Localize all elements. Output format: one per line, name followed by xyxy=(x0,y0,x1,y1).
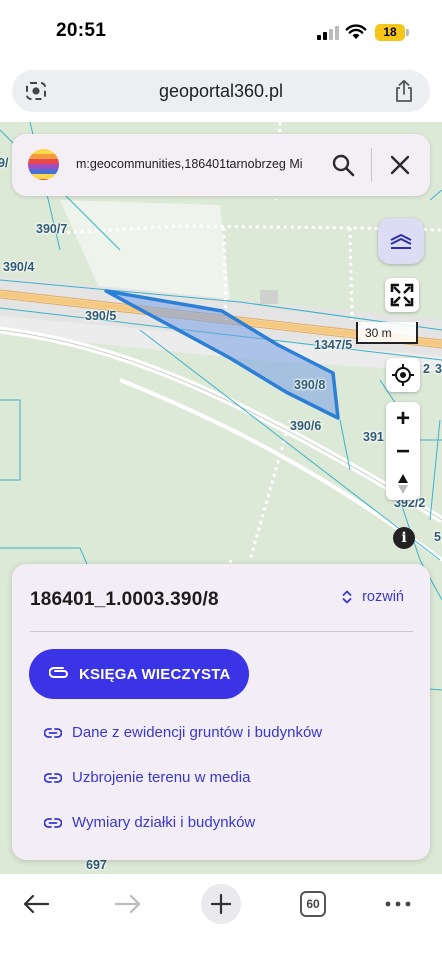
more-dots-icon xyxy=(385,901,411,907)
status-bar: 20:51 18 xyxy=(0,0,442,64)
parcel-label: 391 xyxy=(363,430,384,444)
link-land-records-label: Dane z ewidencji gruntów i budynków xyxy=(72,724,323,741)
fullscreen-icon xyxy=(390,283,414,307)
link-icon xyxy=(44,727,62,738)
address-bar[interactable]: geoportal360.pl xyxy=(12,70,430,112)
expand-label: rozwiń xyxy=(362,589,404,605)
zoom-in-button[interactable]: + xyxy=(386,403,420,435)
expand-button[interactable]: rozwiń xyxy=(342,589,404,605)
compass-button[interactable] xyxy=(386,468,420,500)
link-utilities-label: Uzbrojenie terenu w media xyxy=(72,769,251,786)
more-menu-button[interactable] xyxy=(378,884,418,924)
search-icon[interactable] xyxy=(331,153,355,177)
app-logo-icon xyxy=(28,149,59,180)
zoom-out-button[interactable]: − xyxy=(386,436,420,468)
path-dotted xyxy=(348,227,354,321)
building xyxy=(260,290,278,304)
info-icon[interactable]: i xyxy=(393,527,415,549)
arrow-left-icon xyxy=(23,894,50,914)
zoom-controls: + − xyxy=(386,402,420,500)
back-button[interactable] xyxy=(16,884,56,924)
parcel-details-panel: 186401_1.0003.390/8 rozwiń KSIĘGA WIECZY… xyxy=(12,564,430,860)
parcel-label: 2 xyxy=(423,362,430,376)
compass-icon xyxy=(398,474,408,494)
parcel-label: 5 xyxy=(434,530,441,544)
link-utilities[interactable]: Uzbrojenie terenu w media xyxy=(44,769,250,786)
close-icon[interactable] xyxy=(389,154,411,176)
plus-icon xyxy=(211,894,231,914)
battery-icon: 18 xyxy=(375,24,405,41)
panel-divider xyxy=(30,631,413,632)
parcel-label: 390/8 xyxy=(294,378,326,392)
parcel-id: 186401_1.0003.390/8 xyxy=(30,589,219,610)
parcel-label: 1347/5 xyxy=(314,338,353,352)
arrow-right-icon xyxy=(114,894,141,914)
parcel-label: 390/6 xyxy=(290,419,322,433)
chevron-up-down-icon xyxy=(342,590,352,604)
share-icon[interactable] xyxy=(393,79,415,103)
link-dimensions-label: Wymiary działki i budynków xyxy=(72,814,256,831)
tabs-button[interactable]: 60 xyxy=(293,884,333,924)
parcel-label: 9/ xyxy=(0,156,9,170)
parcel-label: 697 xyxy=(86,858,107,872)
link-land-records[interactable]: Dane z ewidencji gruntów i budynków xyxy=(44,724,322,741)
fullscreen-button[interactable] xyxy=(385,278,419,312)
locate-button[interactable] xyxy=(386,358,420,392)
layers-icon xyxy=(390,234,412,249)
link-icon xyxy=(44,817,62,828)
map-scale: 30 m xyxy=(356,322,418,344)
battery-nub xyxy=(406,29,409,36)
attachment-icon xyxy=(49,667,68,678)
url-text[interactable]: geoportal360.pl xyxy=(12,81,430,102)
parcel-label: 390/4 xyxy=(3,260,35,274)
layers-button[interactable] xyxy=(378,218,424,264)
cellular-signal-icon xyxy=(317,26,339,40)
search-input[interactable]: m:geocommunities,186401tarnobrzeg Mi xyxy=(76,157,326,171)
new-tab-button[interactable] xyxy=(201,884,241,924)
search-bar[interactable]: m:geocommunities,186401tarnobrzeg Mi xyxy=(12,134,430,196)
forward-button[interactable] xyxy=(108,884,148,924)
tab-count: 60 xyxy=(300,891,326,917)
wifi-icon xyxy=(345,24,367,39)
parcel-label: 3 xyxy=(435,362,442,376)
parcel-label: 390/7 xyxy=(36,222,68,236)
land-register-button[interactable]: KSIĘGA WIECZYSTA xyxy=(29,649,249,699)
crosshair-icon xyxy=(392,364,414,386)
status-time: 20:51 xyxy=(56,20,107,41)
search-divider xyxy=(371,148,372,182)
land-register-label: KSIĘGA WIECZYSTA xyxy=(79,665,231,683)
link-dimensions[interactable]: Wymiary działki i budynków xyxy=(44,814,255,831)
parcel-label: 390/5 xyxy=(85,309,117,323)
browser-toolbar: 60 xyxy=(0,874,442,960)
link-icon xyxy=(44,772,62,783)
